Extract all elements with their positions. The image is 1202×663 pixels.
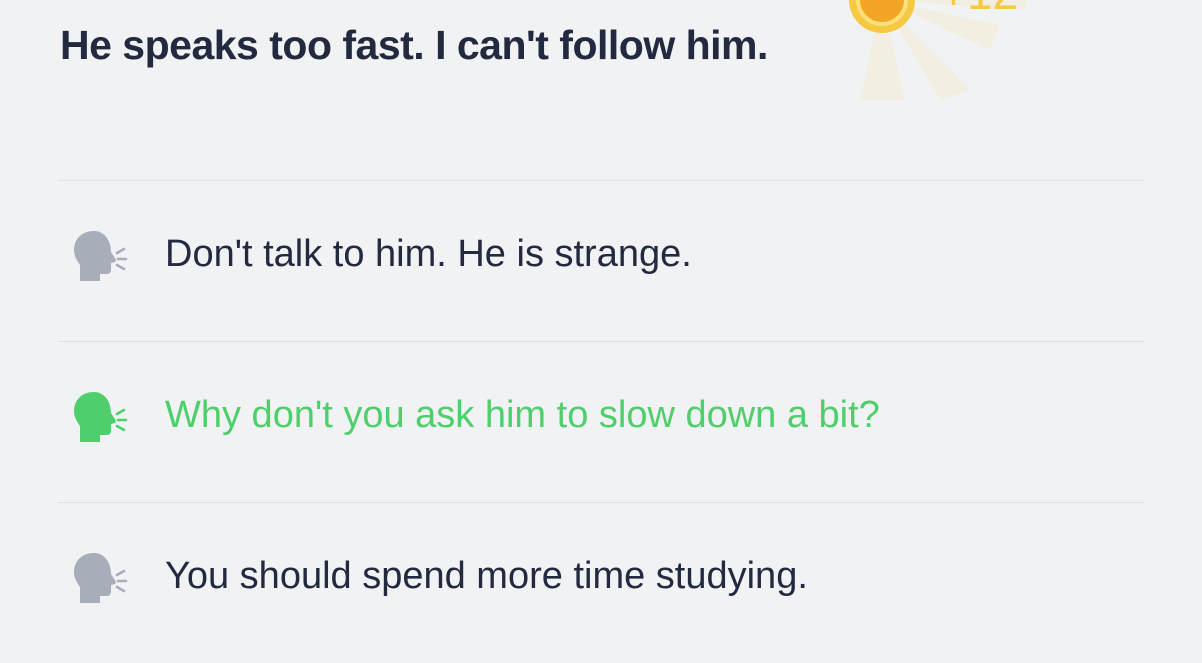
- answer-option-text: Why don't you ask him to slow down a bit…: [165, 394, 880, 436]
- speaking-head-icon: [74, 553, 128, 603]
- speaking-head-icon: [74, 231, 128, 281]
- answer-option-3[interactable]: You should spend more time studying.: [58, 502, 1145, 663]
- answer-option-text: Don't talk to him. He is strange.: [165, 233, 692, 275]
- question-text: He speaks too fast. I can't follow him.: [60, 22, 768, 68]
- speaking-head-icon: [74, 392, 128, 442]
- answer-option-1[interactable]: Don't talk to him. He is strange.: [58, 180, 1145, 341]
- coin-icon: [849, 0, 915, 33]
- answer-option-2[interactable]: Why don't you ask him to slow down a bit…: [58, 341, 1145, 502]
- reward-amount: +12: [940, 0, 1018, 16]
- answer-options: Don't talk to him. He is strange. Why do…: [58, 180, 1145, 663]
- answer-option-text: You should spend more time studying.: [165, 555, 808, 597]
